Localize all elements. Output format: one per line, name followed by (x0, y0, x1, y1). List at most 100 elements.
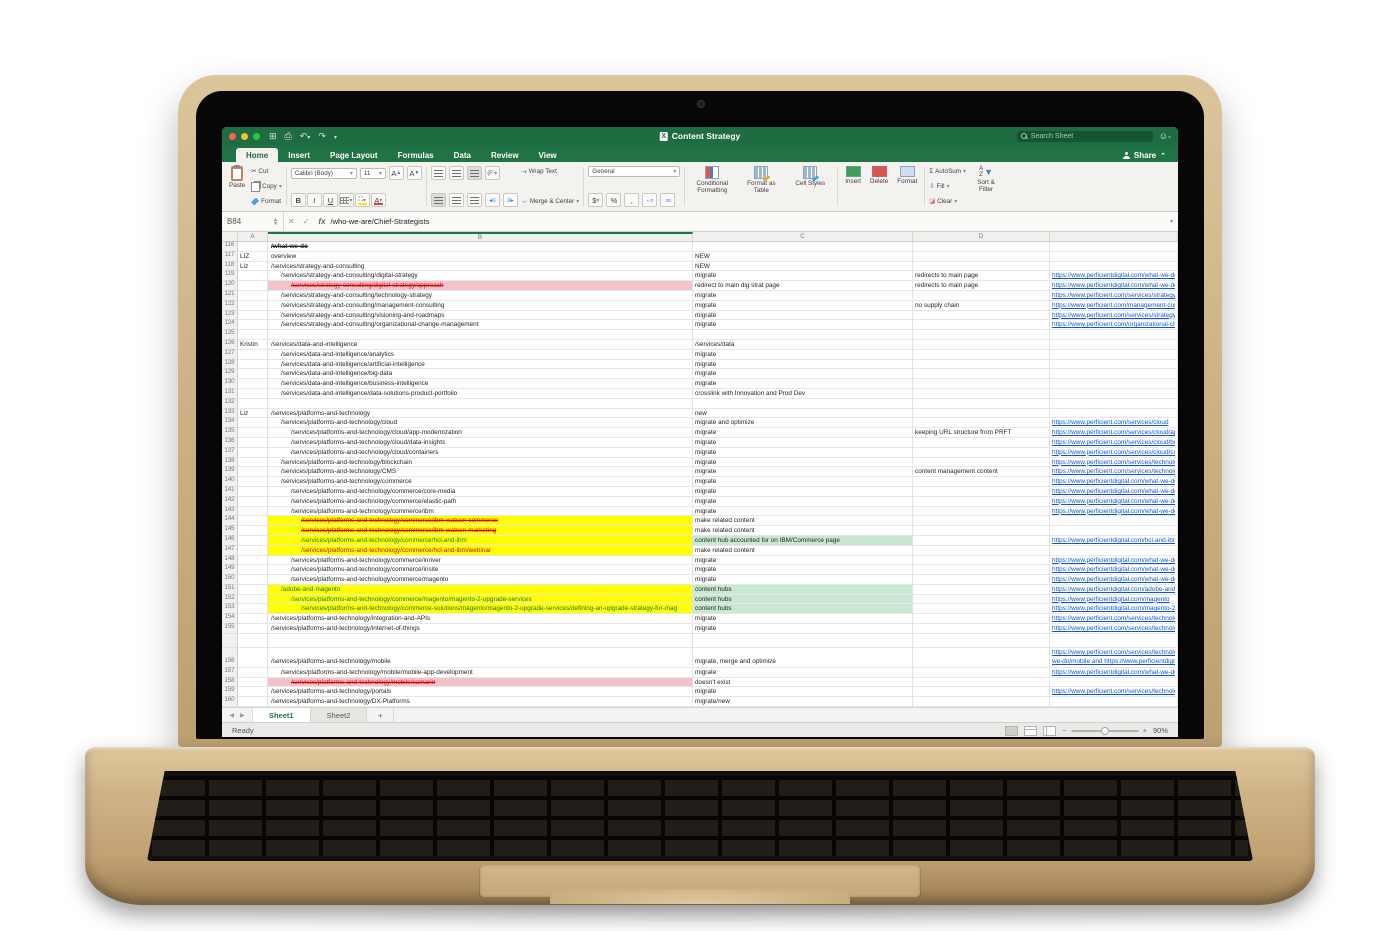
cell-link[interactable]: https://www.perficient.com/management-co… (1052, 301, 1175, 311)
zoom-slider[interactable] (1071, 730, 1139, 732)
cell-b[interactable]: /services/platforms-and-technology/comme… (268, 575, 693, 585)
zoom-slider-knob[interactable] (1101, 727, 1109, 735)
cell-e[interactable] (1050, 350, 1178, 360)
cell-d[interactable] (913, 526, 1050, 536)
cell-e[interactable]: https://www.perficient.com/services/tech… (1050, 687, 1178, 697)
collapse-ribbon-icon[interactable]: ⌃ (1160, 152, 1166, 160)
cell-styles-button[interactable]: Cell Styles (787, 165, 833, 208)
cell-d[interactable] (913, 487, 1050, 497)
cell-b[interactable]: /services/platforms-and-technology/integ… (268, 614, 693, 624)
cell-b[interactable]: /services/platforms-and-technology/cloud (268, 418, 693, 428)
grow-font-button[interactable]: A▲ (389, 166, 404, 180)
cell-e[interactable]: https://www.perficientdigital.com/what-w… (1050, 487, 1178, 497)
align-center-button[interactable] (449, 193, 464, 207)
cell-e[interactable]: https://www.perficient.com/services/clou… (1050, 448, 1178, 458)
cell-c[interactable]: migrate/new (693, 697, 913, 707)
cell-d[interactable] (913, 678, 1050, 688)
close-button[interactable] (229, 133, 236, 140)
cell-c[interactable] (693, 242, 913, 252)
autosum-button[interactable]: ΣAutoSum▾ (929, 166, 966, 177)
cell-a[interactable]: Liz (238, 262, 268, 272)
cell-e[interactable]: https://www.perficient.com/services/tech… (1050, 624, 1178, 634)
cell-a[interactable] (238, 697, 268, 707)
cell-d[interactable]: no supply chain (913, 301, 1050, 311)
cell-d[interactable] (913, 536, 1050, 546)
cell-b[interactable]: /services/platforms-and-technology/mobil… (268, 678, 693, 688)
select-all-corner[interactable] (222, 232, 238, 241)
cell-c[interactable]: migrate (693, 507, 913, 517)
orientation-button[interactable]: ab▾ (485, 166, 500, 180)
ribbon-tab-formulas[interactable]: Formulas (388, 148, 444, 162)
enter-icon[interactable]: ✓ (303, 217, 310, 226)
cell-e[interactable] (1050, 678, 1178, 688)
cell-c[interactable]: /services/data (693, 340, 913, 350)
cell-b[interactable]: /services/data-and-intelligence/big-data (268, 369, 693, 379)
cell-c[interactable]: migrate (693, 311, 913, 321)
cell-b[interactable]: /services/platforms-and-technology/cloud… (268, 428, 693, 438)
cell-b[interactable]: /services/platforms-and-technology/inter… (268, 624, 693, 634)
cell-d[interactable] (913, 458, 1050, 468)
cell-b[interactable]: /services/platforms-and-technology/CMS (268, 467, 693, 477)
redo-icon[interactable]: ↷ (318, 132, 326, 141)
cell-b[interactable]: /services/strategy-and-consulting (268, 262, 693, 272)
align-top-button[interactable] (431, 166, 446, 180)
cell-e[interactable]: https://www.perficient.com/services/stra… (1050, 291, 1178, 301)
cell-b[interactable]: /what-we-do (268, 242, 693, 252)
cell-link[interactable]: https://www.perficient.com/services/stra… (1052, 291, 1175, 301)
decrease-decimal-button[interactable]: .00 (660, 193, 675, 207)
cell-c[interactable]: make related content (693, 546, 913, 556)
column-header-C[interactable]: C (693, 232, 913, 241)
undo-icon[interactable]: ↶▾ (300, 132, 311, 141)
column-header-e[interactable] (1050, 232, 1178, 241)
cell-e[interactable] (1050, 697, 1178, 707)
page-break-view-button[interactable] (1043, 726, 1056, 736)
cell-d[interactable] (913, 634, 1050, 648)
cell-c[interactable]: content hubs (693, 604, 913, 614)
cell-b[interactable]: /services/platforms-and-technology/comme… (268, 516, 693, 526)
cell-link[interactable]: https://www.perficient.com/services/clou… (1052, 428, 1175, 438)
row-number[interactable]: 155 (222, 624, 238, 634)
page-layout-view-button[interactable] (1024, 726, 1037, 736)
cell-b[interactable]: /services/platforms-and-technology/comme… (268, 536, 693, 546)
cell-c[interactable]: migrate (693, 687, 913, 697)
cell-a[interactable] (238, 379, 268, 389)
cell-a[interactable] (238, 281, 268, 291)
prev-sheet-icon[interactable]: ◀ (229, 712, 234, 719)
cell-c[interactable]: content hubs (693, 595, 913, 605)
zoom-out-icon[interactable]: − (1062, 726, 1066, 735)
cell-a[interactable] (238, 428, 268, 438)
cell-d[interactable] (913, 477, 1050, 487)
cell-c[interactable]: migrate and optimize (693, 418, 913, 428)
cell-e[interactable]: https://www.perficient.com/services/tech… (1050, 458, 1178, 468)
save-icon[interactable]: ⎙ (285, 132, 292, 141)
cell-e[interactable] (1050, 330, 1178, 340)
cell-link[interactable]: https://www.perficient.com/services/stra… (1052, 311, 1175, 321)
cell-link[interactable]: https://www.perficientdigital.com/what-w… (1052, 477, 1175, 487)
cell-e[interactable]: https://www.perficient.com/services/clou… (1050, 428, 1178, 438)
cell-e[interactable] (1050, 399, 1178, 409)
cell-a[interactable] (238, 418, 268, 428)
cell-link[interactable]: https://www.perficient.com/services/tech… (1052, 648, 1175, 658)
cell-c[interactable]: redirect to main dig strat page (693, 281, 913, 291)
cell-c[interactable]: migrate (693, 428, 913, 438)
cell-b[interactable]: /services/platforms-and-technology/block… (268, 458, 693, 468)
cell-e[interactable] (1050, 526, 1178, 536)
cell-a[interactable] (238, 311, 268, 321)
cell-b[interactable]: /services/platforms-and-technology/cloud… (268, 448, 693, 458)
cell-a[interactable] (238, 526, 268, 536)
cell-d[interactable] (913, 399, 1050, 409)
cell-link[interactable]: https://www.perficient.com/services/tech… (1052, 467, 1175, 477)
formula-input[interactable]: /who-we-are/Chief-Strategists (331, 217, 430, 226)
cell-b[interactable]: /services/platforms-and-technology/comme… (268, 497, 693, 507)
border-button[interactable]: ▾ (339, 193, 354, 207)
cell-d[interactable] (913, 252, 1050, 262)
cell-c[interactable]: new (693, 409, 913, 419)
ribbon-tab-view[interactable]: View (529, 148, 567, 162)
cell-d[interactable] (913, 291, 1050, 301)
cell-b[interactable]: /services/data-and-intelligence (268, 340, 693, 350)
cell-c[interactable]: doesn't exist (693, 678, 913, 688)
cell-a[interactable] (238, 585, 268, 595)
cell-a[interactable] (238, 624, 268, 634)
normal-view-button[interactable] (1005, 726, 1018, 736)
cell-link[interactable]: https://www.perficientdigital.com/what-w… (1052, 271, 1175, 281)
